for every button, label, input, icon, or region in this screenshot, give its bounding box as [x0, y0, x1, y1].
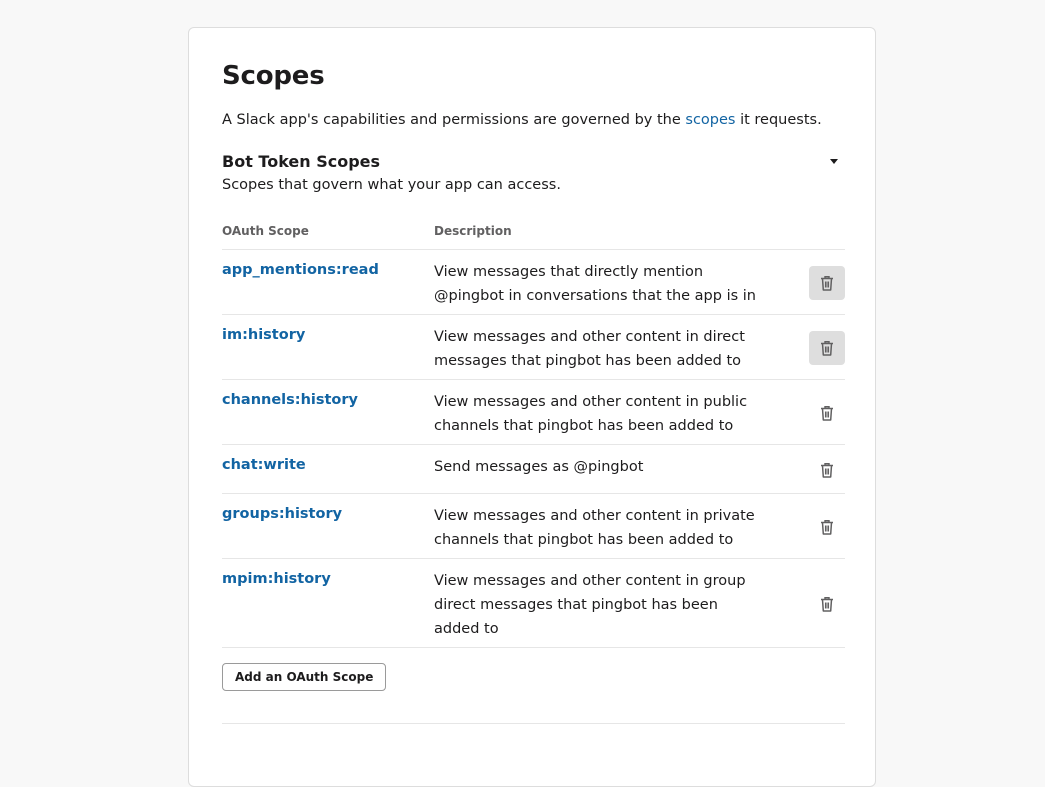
table-row: chat:write Send messages as @pingbot	[222, 445, 845, 494]
trash-icon	[820, 340, 834, 356]
scope-description: View messages and other content in group…	[434, 573, 746, 637]
scope-description: View messages that directly mention @pin…	[434, 264, 756, 304]
scope-name-link[interactable]: groups:history	[222, 506, 342, 522]
scope-description: View messages and other content in publi…	[434, 394, 748, 434]
header-oauth-scope: OAuth Scope	[222, 224, 309, 238]
table-row: im:history View messages and other conten…	[222, 315, 845, 380]
scope-name-link[interactable]: im:history	[222, 327, 305, 343]
scope-table: OAuth Scope Description app_mentions:rea…	[222, 222, 845, 648]
trash-icon	[820, 275, 834, 291]
caret-down-icon[interactable]	[827, 155, 841, 167]
page-title: Scopes	[222, 61, 325, 91]
section-subtitle: Scopes that govern what your app can acc…	[222, 177, 561, 193]
table-row: channels:history View messages and other …	[222, 380, 845, 445]
scope-name-link[interactable]: channels:history	[222, 392, 358, 408]
scope-rows: app_mentions:read View messages that dire…	[222, 250, 845, 648]
delete-scope-button[interactable]	[809, 396, 845, 430]
trash-icon	[820, 462, 834, 478]
trash-icon	[820, 519, 834, 535]
scopes-link[interactable]: scopes	[685, 112, 735, 128]
scope-name-link[interactable]: chat:write	[222, 457, 306, 473]
trash-icon	[820, 405, 834, 421]
divider	[222, 723, 845, 724]
scope-description: View messages and other content in priva…	[434, 508, 755, 548]
intro-text: A Slack app's capabilities and permissio…	[222, 112, 822, 128]
table-row: mpim:history View messages and other cont…	[222, 559, 845, 648]
scope-name-link[interactable]: app_mentions:read	[222, 262, 379, 278]
delete-scope-button[interactable]	[809, 453, 845, 487]
intro-text-start: A Slack app's capabilities and permissio…	[222, 112, 686, 128]
header-description: Description	[434, 224, 512, 238]
table-row: app_mentions:read View messages that dire…	[222, 250, 845, 315]
delete-scope-button[interactable]	[809, 587, 845, 621]
scopes-card: Scopes A Slack app's capabilities and pe…	[188, 27, 876, 787]
delete-scope-button[interactable]	[809, 266, 845, 300]
delete-scope-button[interactable]	[809, 331, 845, 365]
trash-icon	[820, 596, 834, 612]
intro-text-end: it requests.	[735, 112, 822, 128]
table-row: groups:history View messages and other co…	[222, 494, 845, 559]
scope-description: Send messages as @pingbot	[434, 459, 644, 475]
section-title: Bot Token Scopes	[222, 152, 381, 171]
scope-name-link[interactable]: mpim:history	[222, 571, 331, 587]
table-header: OAuth Scope Description	[222, 222, 845, 250]
delete-scope-button[interactable]	[809, 510, 845, 544]
add-oauth-scope-button[interactable]: Add an OAuth Scope	[222, 663, 387, 691]
scope-description: View messages and other content in direc…	[434, 329, 745, 369]
